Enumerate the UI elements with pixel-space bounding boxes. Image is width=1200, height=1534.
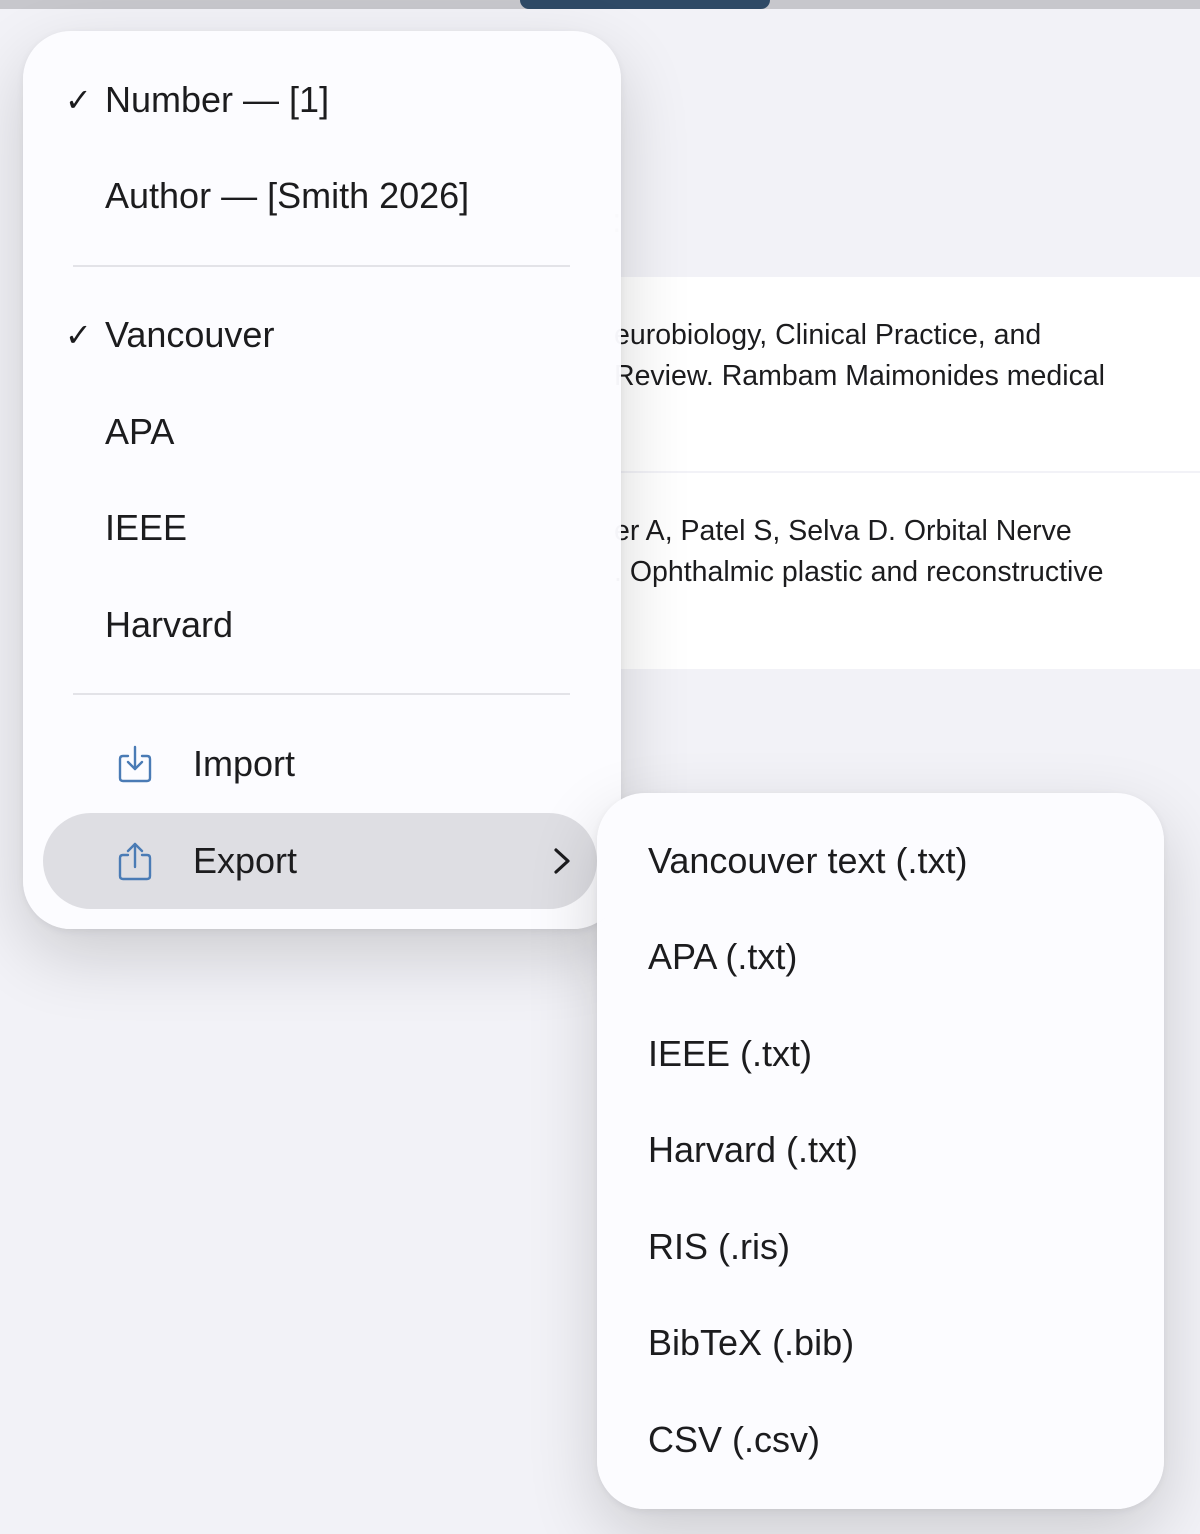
chevron-right-icon bbox=[554, 848, 570, 874]
reference-text-line: er A, Patel S, Selva D. Orbital Nerve bbox=[614, 515, 1072, 547]
reference-text-line: . Ophthalmic plastic and reconstructive bbox=[614, 556, 1104, 588]
export-option-ieee[interactable]: IEEE (.txt) bbox=[597, 1014, 1164, 1094]
menu-divider bbox=[73, 265, 570, 267]
export-option-ris[interactable]: RIS (.ris) bbox=[597, 1207, 1164, 1287]
toolbar-accent-button bbox=[520, 0, 770, 9]
menu-item-label: APA bbox=[105, 411, 175, 452]
menu-item-style-vancouver[interactable]: ✓ Vancouver bbox=[23, 295, 621, 375]
export-menu-item[interactable]: Export bbox=[43, 813, 597, 909]
menu-item-citation-number[interactable]: ✓ Number — [1] bbox=[23, 60, 621, 140]
export-option-apa[interactable]: APA (.txt) bbox=[597, 917, 1164, 997]
settings-menu: ✓ Number — [1] Author — [Smith 2026] ✓ V… bbox=[23, 31, 621, 929]
import-menu-item[interactable]: Import bbox=[23, 724, 621, 804]
menu-divider bbox=[73, 693, 570, 695]
menu-item-label: Export bbox=[193, 840, 298, 881]
checkmark-icon: ✓ bbox=[65, 317, 92, 353]
menu-item-label: IEEE (.txt) bbox=[648, 1033, 813, 1074]
export-submenu: Vancouver text (.txt) APA (.txt) IEEE (.… bbox=[597, 793, 1164, 1509]
menu-item-citation-author[interactable]: Author — [Smith 2026] bbox=[23, 156, 621, 236]
menu-item-label: Vancouver bbox=[105, 314, 275, 355]
reference-card[interactable]: er A, Patel S, Selva D. Orbital Nerve . … bbox=[600, 473, 1200, 669]
menu-item-label: Harvard bbox=[105, 604, 234, 645]
menu-item-label: Import bbox=[193, 743, 296, 784]
reference-text-line: Review. Rambam Maimonides medical bbox=[614, 360, 1106, 392]
menu-item-style-ieee[interactable]: IEEE bbox=[23, 488, 621, 568]
menu-item-label: RIS (.ris) bbox=[648, 1226, 790, 1267]
menu-item-label: CSV (.csv) bbox=[648, 1419, 821, 1460]
menu-item-label: BibTeX (.bib) bbox=[648, 1322, 855, 1363]
menu-item-style-apa[interactable]: APA bbox=[23, 392, 621, 472]
reference-text-line: eurobiology, Clinical Practice, and bbox=[614, 319, 1042, 351]
menu-item-label: Author — [Smith 2026] bbox=[105, 175, 470, 216]
export-option-csv[interactable]: CSV (.csv) bbox=[597, 1400, 1164, 1480]
export-icon bbox=[118, 842, 152, 881]
menu-item-label: Number — [1] bbox=[105, 79, 330, 120]
reference-card[interactable]: eurobiology, Clinical Practice, and Revi… bbox=[600, 277, 1200, 471]
menu-item-style-harvard[interactable]: Harvard bbox=[23, 585, 621, 665]
menu-item-label: IEEE bbox=[105, 507, 188, 548]
checkmark-icon: ✓ bbox=[65, 82, 92, 118]
menu-item-label: Vancouver text (.txt) bbox=[648, 840, 968, 881]
menu-item-label: APA (.txt) bbox=[648, 936, 798, 977]
export-option-harvard[interactable]: Harvard (.txt) bbox=[597, 1110, 1164, 1190]
export-option-bibtex[interactable]: BibTeX (.bib) bbox=[597, 1303, 1164, 1383]
menu-item-label: Harvard (.txt) bbox=[648, 1129, 859, 1170]
export-option-vancouver[interactable]: Vancouver text (.txt) bbox=[597, 821, 1164, 901]
import-icon bbox=[118, 745, 152, 783]
